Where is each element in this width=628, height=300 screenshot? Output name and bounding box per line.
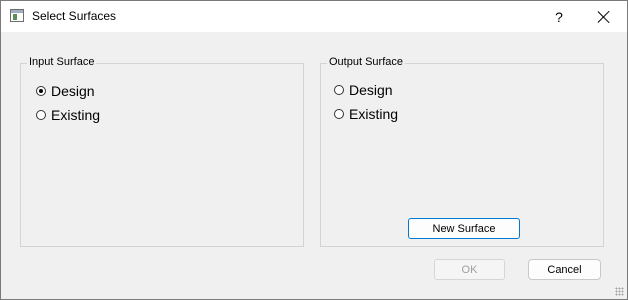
input-design-radio-button[interactable]: [36, 86, 46, 96]
input-radio-existing[interactable]: Existing: [36, 107, 100, 123]
output-design-label: Design: [349, 82, 393, 98]
title-bar[interactable]: Select Surfaces ?: [1, 1, 627, 32]
select-surfaces-dialog: Select Surfaces ? Input Surface Design E…: [0, 0, 628, 300]
output-surface-group-label: Output Surface: [327, 56, 405, 68]
input-existing-label: Existing: [51, 107, 101, 123]
output-existing-label: Existing: [349, 106, 399, 122]
cancel-button[interactable]: Cancel: [528, 259, 601, 280]
close-x-icon: [598, 11, 610, 23]
input-design-label: Design: [51, 83, 95, 99]
help-button[interactable]: ?: [536, 1, 582, 32]
window-app-icon: [10, 9, 24, 22]
window-title: Select Surfaces: [32, 9, 117, 23]
new-surface-button[interactable]: New Surface: [408, 218, 520, 239]
output-design-radio-button[interactable]: [334, 85, 344, 95]
resize-grip-icon[interactable]: [615, 287, 624, 296]
output-radio-design[interactable]: Design: [334, 82, 393, 98]
output-radio-existing[interactable]: Existing: [334, 106, 398, 122]
ok-button[interactable]: OK: [434, 259, 505, 280]
input-radio-design[interactable]: Design: [36, 83, 95, 99]
input-surface-group-label: Input Surface: [27, 56, 97, 68]
input-existing-radio-button[interactable]: [36, 110, 46, 120]
output-existing-radio-button[interactable]: [334, 109, 344, 119]
close-button[interactable]: [581, 1, 627, 32]
question-mark-icon: ?: [555, 8, 563, 25]
